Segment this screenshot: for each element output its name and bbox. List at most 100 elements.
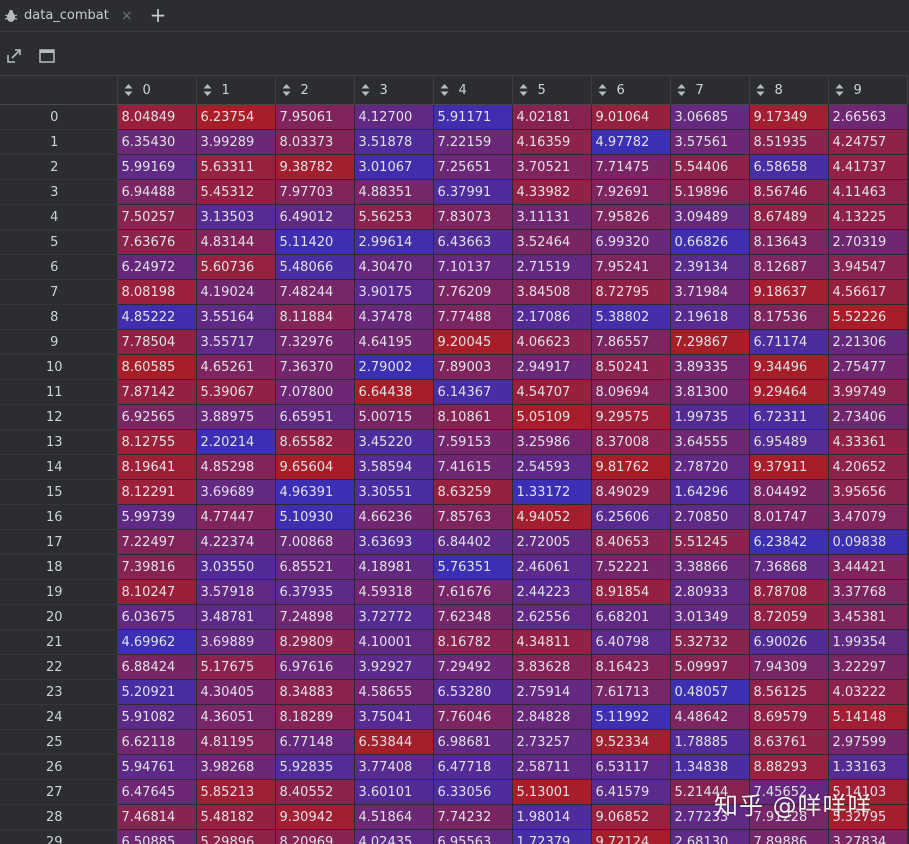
- table-cell[interactable]: 7.63676: [117, 230, 196, 255]
- table-cell[interactable]: 8.03373: [275, 130, 354, 155]
- table-cell[interactable]: 3.22297: [828, 655, 907, 680]
- table-cell[interactable]: 9.34496: [749, 355, 828, 380]
- table-cell[interactable]: 2.66563: [828, 105, 907, 130]
- table-cell[interactable]: 2.94917: [512, 355, 591, 380]
- table-cell[interactable]: 4.16359: [512, 130, 591, 155]
- table-cell[interactable]: 6.62118: [117, 730, 196, 755]
- table-cell[interactable]: 5.63311: [196, 155, 275, 180]
- table-cell[interactable]: 3.63693: [354, 530, 433, 555]
- table-cell[interactable]: 8.01747: [749, 505, 828, 530]
- table-cell[interactable]: 3.37768: [828, 580, 907, 605]
- table-cell[interactable]: 4.22374: [196, 530, 275, 555]
- table-cell[interactable]: 2.78720: [670, 455, 749, 480]
- table-cell[interactable]: 9.01064: [591, 105, 670, 130]
- table-cell[interactable]: 1.33172: [512, 480, 591, 505]
- table-cell[interactable]: 9.72124: [591, 830, 670, 844]
- column-header-9[interactable]: 9: [828, 76, 907, 105]
- table-cell[interactable]: 1.34838: [670, 755, 749, 780]
- table-cell[interactable]: 4.59318: [354, 580, 433, 605]
- maximize-icon[interactable]: [38, 47, 56, 65]
- table-cell[interactable]: 8.11884: [275, 305, 354, 330]
- table-cell[interactable]: 4.20652: [828, 455, 907, 480]
- table-cell[interactable]: 3.52464: [512, 230, 591, 255]
- table-cell[interactable]: 5.60736: [196, 255, 275, 280]
- table-cell[interactable]: 5.39067: [196, 380, 275, 405]
- table-cell[interactable]: 7.61713: [591, 680, 670, 705]
- table-cell[interactable]: 4.64195: [354, 330, 433, 355]
- table-cell[interactable]: 7.36868: [749, 555, 828, 580]
- column-header-6[interactable]: 6: [591, 76, 670, 105]
- table-cell[interactable]: 3.58594: [354, 455, 433, 480]
- column-header-5[interactable]: 5: [512, 76, 591, 105]
- table-cell[interactable]: 4.69962: [117, 630, 196, 655]
- table-cell[interactable]: 4.65261: [196, 355, 275, 380]
- table-cell[interactable]: 4.03222: [828, 680, 907, 705]
- table-cell[interactable]: 7.46814: [117, 805, 196, 830]
- table-cell[interactable]: 7.22159: [433, 130, 512, 155]
- table-cell[interactable]: 0.66826: [670, 230, 749, 255]
- table-cell[interactable]: 4.41737: [828, 155, 907, 180]
- table-cell[interactable]: 4.66236: [354, 505, 433, 530]
- table-cell[interactable]: 7.50257: [117, 205, 196, 230]
- table-cell[interactable]: 5.20921: [117, 680, 196, 705]
- table-cell[interactable]: 8.72059: [749, 605, 828, 630]
- table-cell[interactable]: 4.81195: [196, 730, 275, 755]
- table-cell[interactable]: 7.95061: [275, 105, 354, 130]
- table-cell[interactable]: 7.24898: [275, 605, 354, 630]
- sort-icon[interactable]: [124, 84, 133, 96]
- table-cell[interactable]: 5.48182: [196, 805, 275, 830]
- table-cell[interactable]: 5.52226: [828, 305, 907, 330]
- table-cell[interactable]: 7.07800: [275, 380, 354, 405]
- table-cell[interactable]: 7.71475: [591, 155, 670, 180]
- table-cell[interactable]: 8.63259: [433, 480, 512, 505]
- table-cell[interactable]: 3.25986: [512, 430, 591, 455]
- table-cell[interactable]: 1.99735: [670, 405, 749, 430]
- table-cell[interactable]: 3.89335: [670, 355, 749, 380]
- table-cell[interactable]: 8.51935: [749, 130, 828, 155]
- table-cell[interactable]: 5.48066: [275, 255, 354, 280]
- table-cell[interactable]: 4.51864: [354, 805, 433, 830]
- table-cell[interactable]: 8.40653: [591, 530, 670, 555]
- table-cell[interactable]: 9.06852: [591, 805, 670, 830]
- table-cell[interactable]: 4.77447: [196, 505, 275, 530]
- table-cell[interactable]: 3.55717: [196, 330, 275, 355]
- table-cell[interactable]: 4.02181: [512, 105, 591, 130]
- sort-icon[interactable]: [598, 84, 607, 96]
- table-cell[interactable]: 5.85213: [196, 780, 275, 805]
- table-cell[interactable]: 3.01067: [354, 155, 433, 180]
- table-cell[interactable]: 6.95563: [433, 830, 512, 844]
- table-cell[interactable]: 8.12687: [749, 255, 828, 280]
- table-cell[interactable]: 3.88975: [196, 405, 275, 430]
- table-cell[interactable]: 9.29464: [749, 380, 828, 405]
- table-cell[interactable]: 3.09489: [670, 205, 749, 230]
- table-cell[interactable]: 8.20969: [275, 830, 354, 844]
- table-cell[interactable]: 7.95241: [591, 255, 670, 280]
- table-cell[interactable]: 3.44421: [828, 555, 907, 580]
- table-cell[interactable]: 6.72311: [749, 405, 828, 430]
- close-icon[interactable]: ×: [121, 8, 133, 24]
- table-cell[interactable]: 7.76046: [433, 705, 512, 730]
- table-cell[interactable]: 6.53280: [433, 680, 512, 705]
- table-cell[interactable]: 6.84402: [433, 530, 512, 555]
- table-cell[interactable]: 4.88351: [354, 180, 433, 205]
- tab-data-combat[interactable]: data_combat ×: [0, 0, 141, 31]
- table-cell[interactable]: 5.91082: [117, 705, 196, 730]
- column-header-4[interactable]: 4: [433, 76, 512, 105]
- sort-icon[interactable]: [835, 84, 844, 96]
- table-cell[interactable]: 8.60585: [117, 355, 196, 380]
- table-cell[interactable]: 3.55164: [196, 305, 275, 330]
- export-icon[interactable]: [5, 47, 23, 65]
- table-cell[interactable]: 3.95656: [828, 480, 907, 505]
- table-cell[interactable]: 4.24757: [828, 130, 907, 155]
- table-cell[interactable]: 7.97703: [275, 180, 354, 205]
- table-cell[interactable]: 6.40798: [591, 630, 670, 655]
- table-cell[interactable]: 6.92565: [117, 405, 196, 430]
- table-cell[interactable]: 1.64296: [670, 480, 749, 505]
- table-cell[interactable]: 9.81762: [591, 455, 670, 480]
- table-cell[interactable]: 7.76209: [433, 280, 512, 305]
- table-cell[interactable]: 8.49029: [591, 480, 670, 505]
- table-cell[interactable]: 6.35430: [117, 130, 196, 155]
- table-cell[interactable]: 3.94547: [828, 255, 907, 280]
- table-cell[interactable]: 7.00868: [275, 530, 354, 555]
- table-cell[interactable]: 5.91171: [433, 105, 512, 130]
